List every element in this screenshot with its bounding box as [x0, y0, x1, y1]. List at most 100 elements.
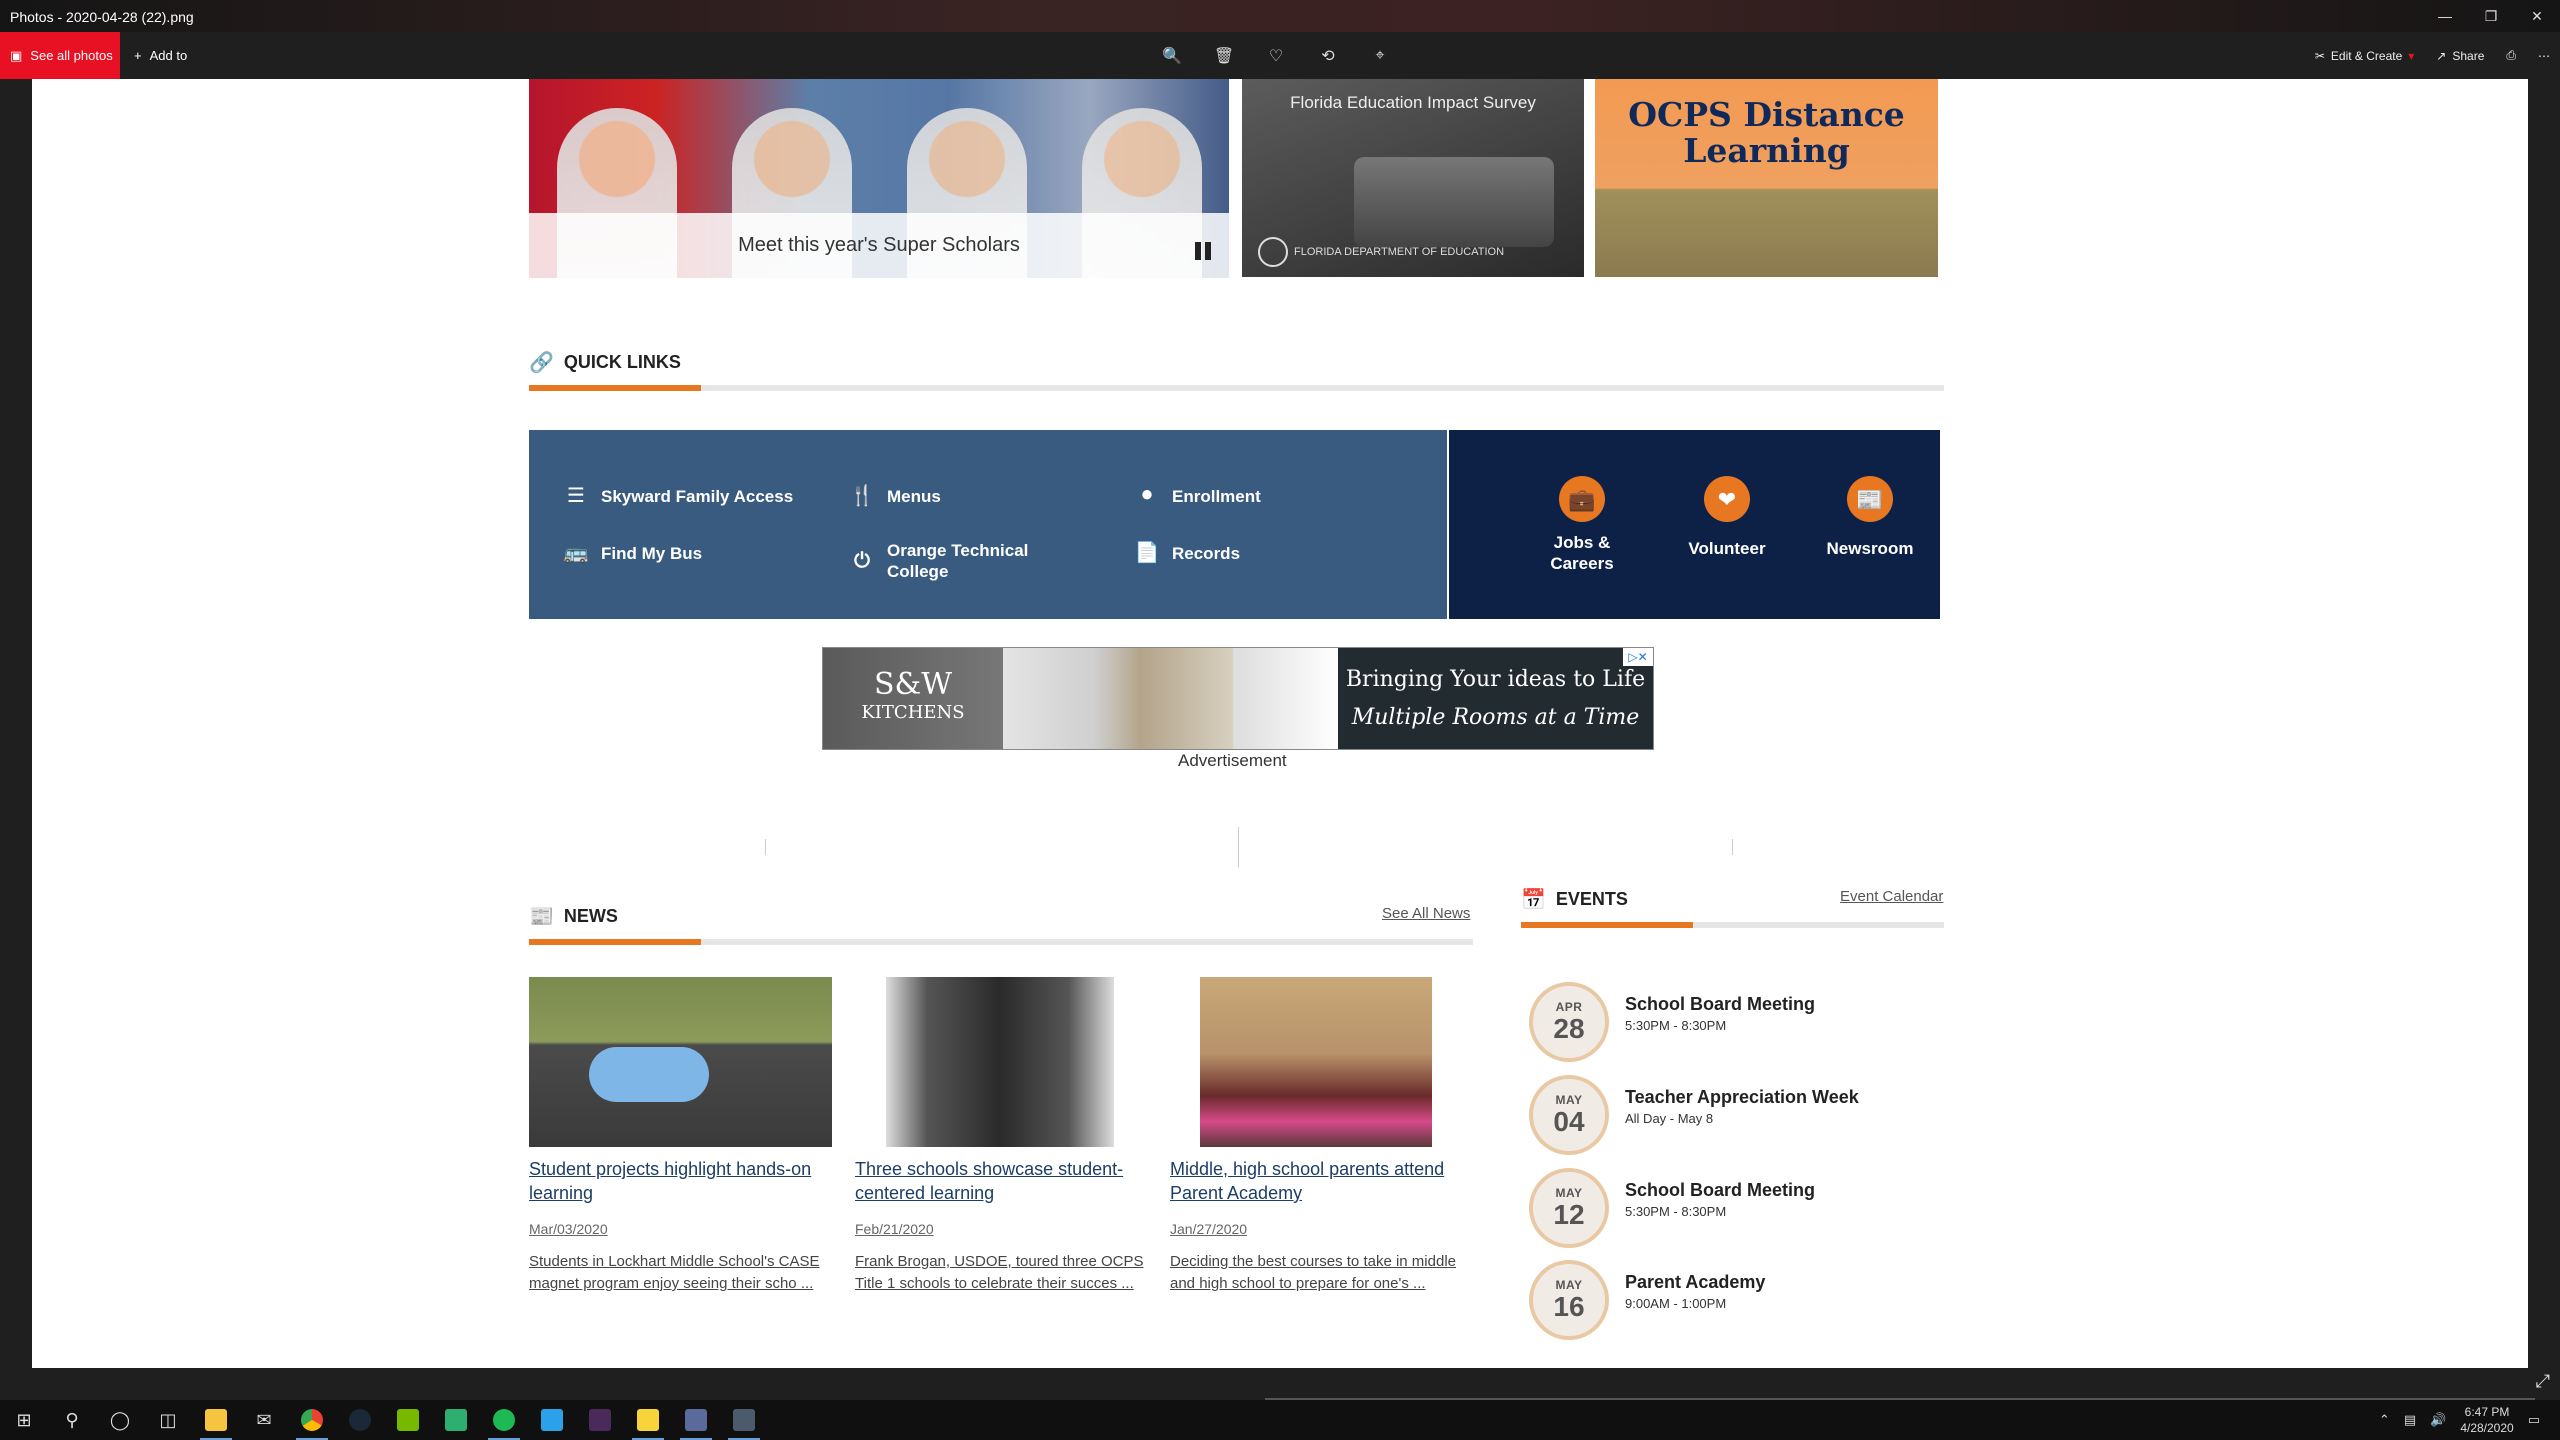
steam-icon[interactable]: [336, 1400, 384, 1440]
news-article-desc[interactable]: Students in Lockhart Middle School's CAS…: [529, 1251, 839, 1295]
distance-learning-tile[interactable]: OCPS Distance Learning: [1595, 79, 1938, 277]
events-title: EVENTS: [1555, 889, 1628, 909]
fldoe-logo: FLORIDA DEPARTMENT OF EDUCATION: [1258, 237, 1504, 267]
ad-headline: Bringing Your ideas to Life: [1345, 666, 1646, 692]
quick-link-find-my-bus[interactable]: 🚌 Find My Bus: [563, 540, 703, 566]
survey-org: FLORIDA DEPARTMENT OF EDUCATION: [1294, 246, 1505, 258]
event-time: 5:30PM - 8:30PM: [1625, 1204, 1727, 1219]
photos-taskbar-icon[interactable]: [720, 1400, 768, 1440]
spotify-icon[interactable]: [480, 1400, 528, 1440]
more-options-button[interactable]: ⋯: [2538, 49, 2550, 63]
quick-links-underline: [529, 385, 1944, 391]
quick-link-records[interactable]: 📄 Records: [1134, 540, 1240, 566]
newspaper-icon: 📰: [529, 906, 554, 928]
news-image-parent-academy[interactable]: [1200, 977, 1432, 1147]
quick-links-accent: [529, 385, 701, 391]
jobs-careers-link[interactable]: 💼 Jobs & Careers: [1540, 476, 1624, 574]
event-date-badge: APR 28: [1529, 982, 1609, 1062]
quick-link-label: Orange Technical College: [887, 541, 1029, 581]
clock[interactable]: 6:47 PM 4/28/2020: [2460, 1404, 2513, 1436]
news-image-classroom[interactable]: [886, 977, 1114, 1147]
volume-icon[interactable]: 🔊: [2430, 1412, 2446, 1428]
news-article-title[interactable]: Middle, high school parents attend Paren…: [1170, 1157, 1470, 1205]
news-article-title[interactable]: Student projects highlight hands-on lear…: [529, 1157, 839, 1205]
quick-link-orange-technical-college[interactable]: ⏻ Orange Technical College: [849, 540, 1049, 582]
advertisement-banner[interactable]: S&W KITCHENS Bringing Your ideas to Life…: [822, 647, 1654, 750]
start-icon[interactable]: ⊞: [0, 1400, 48, 1440]
event-day: 12: [1553, 1199, 1585, 1230]
ad-brand-line1: S&W: [873, 666, 953, 702]
volunteer-link[interactable]: ❤ Volunteer: [1672, 476, 1782, 559]
edit-create-button[interactable]: ✂ Edit & Create ▾: [2315, 49, 2414, 63]
news-article-title[interactable]: Three schools showcase student-centered …: [855, 1157, 1155, 1205]
add-to-label: Add to: [149, 48, 188, 63]
fullscreen-icon[interactable]: ⤢: [2536, 1371, 2550, 1392]
event-item[interactable]: MAY 16 Parent Academy 9:00AM - 1:00PM: [1529, 1260, 1969, 1340]
close-icon[interactable]: ✕: [2514, 0, 2560, 32]
torch-icon: ⚫: [1138, 484, 1156, 507]
hero-caption[interactable]: Meet this year's Super Scholars: [529, 213, 1229, 278]
app-purple-icon[interactable]: [576, 1400, 624, 1440]
news-heading: 📰 NEWS: [529, 904, 618, 929]
event-day: 04: [1553, 1106, 1585, 1137]
news-article-date[interactable]: Jan/27/2020: [1170, 1221, 1247, 1237]
see-all-photos-button[interactable]: ▣ See all photos: [0, 32, 120, 79]
windows-taskbar: ⊞ ⚲ ◯ ◫ ✉ ⌃ ▤ 🔊 6:47 PM 4/28/2020 ▭: [0, 1400, 2560, 1440]
event-item[interactable]: APR 28 School Board Meeting 5:30PM - 8:3…: [1529, 982, 1969, 1062]
event-calendar-link[interactable]: Event Calendar: [1840, 888, 1943, 905]
quick-links-heading: 🔗 QUICK LINKS: [529, 350, 681, 375]
event-item[interactable]: MAY 12 School Board Meeting 5:30PM - 8:3…: [1529, 1168, 1969, 1248]
news-article-desc[interactable]: Deciding the best courses to take in mid…: [1170, 1251, 1460, 1295]
quick-link-enrollment[interactable]: ⚫ Enrollment: [1134, 483, 1261, 509]
heart-icon: ❤: [1704, 476, 1750, 522]
ad-fade: [1233, 648, 1338, 749]
see-all-news-link[interactable]: See All News: [1382, 905, 1470, 922]
event-item[interactable]: MAY 04 Teacher Appreciation Week All Day…: [1529, 1075, 1969, 1155]
event-date-badge: MAY 16: [1529, 1260, 1609, 1340]
event-day: 28: [1553, 1013, 1585, 1044]
news-image-car[interactable]: [529, 977, 832, 1147]
distance-learning-line2: Learning: [1683, 131, 1850, 170]
news-article-date[interactable]: Feb/21/2020: [855, 1221, 934, 1237]
app-icon[interactable]: [432, 1400, 480, 1440]
kitchen-photo: [1003, 648, 1233, 749]
search-icon[interactable]: ⚲: [48, 1400, 96, 1440]
quick-link-skyward[interactable]: ☰ Skyward Family Access: [563, 483, 793, 509]
rotate-icon[interactable]: ⟲: [1316, 44, 1340, 68]
nvidia-icon[interactable]: [384, 1400, 432, 1440]
system-tray: ⌃ ▤ 🔊 6:47 PM 4/28/2020 ▭: [2379, 1400, 2560, 1440]
crop-icon[interactable]: ⌖: [1368, 44, 1392, 68]
chevron-up-icon[interactable]: ⌃: [2379, 1412, 2390, 1428]
edit-create-label: Edit & Create: [2330, 48, 2403, 63]
share-button[interactable]: ↗ Share: [2436, 49, 2484, 63]
add-to-button[interactable]: + Add to: [134, 32, 187, 79]
minimize-icon[interactable]: —: [2422, 0, 2468, 32]
restore-icon[interactable]: ❐: [2468, 0, 2514, 32]
app-red-icon[interactable]: [672, 1400, 720, 1440]
task-view-icon[interactable]: ◫: [144, 1400, 192, 1440]
print-button[interactable]: ⎙: [2506, 48, 2516, 63]
file-explorer-icon[interactable]: [192, 1400, 240, 1440]
image-tools: 🔍 🗑 ♡ ⟲ ⌖: [1160, 32, 1392, 79]
adchoices-icon[interactable]: ▷✕: [1623, 648, 1653, 666]
advertisement-label: Advertisement: [1178, 751, 1287, 770]
impact-survey-tile[interactable]: Florida Education Impact Survey FLORIDA …: [1242, 79, 1584, 277]
network-icon[interactable]: ▤: [2404, 1412, 2416, 1428]
pause-icon[interactable]: [1195, 242, 1211, 260]
news-article-date[interactable]: Mar/03/2020: [529, 1221, 608, 1237]
newsroom-link[interactable]: 📰 Newsroom: [1812, 476, 1928, 559]
cortana-icon[interactable]: ◯: [96, 1400, 144, 1440]
heart-outline-icon[interactable]: ♡: [1264, 44, 1288, 68]
chrome-icon[interactable]: [288, 1400, 336, 1440]
document-icon: 📄: [1134, 541, 1160, 564]
share-icon: ↗: [2436, 48, 2447, 63]
mail-icon[interactable]: ✉: [240, 1400, 288, 1440]
news-article-desc[interactable]: Frank Brogan, USDOE, toured three OCPS T…: [855, 1251, 1165, 1295]
notifications-icon[interactable]: ▭: [2528, 1412, 2540, 1428]
app-blue-icon[interactable]: [528, 1400, 576, 1440]
laptop-image: [1354, 157, 1554, 247]
delete-icon[interactable]: 🗑: [1212, 44, 1236, 68]
quick-link-menus[interactable]: 🍴 Menus: [849, 483, 941, 509]
sticky-notes-icon[interactable]: [624, 1400, 672, 1440]
zoom-icon[interactable]: 🔍: [1160, 44, 1184, 68]
